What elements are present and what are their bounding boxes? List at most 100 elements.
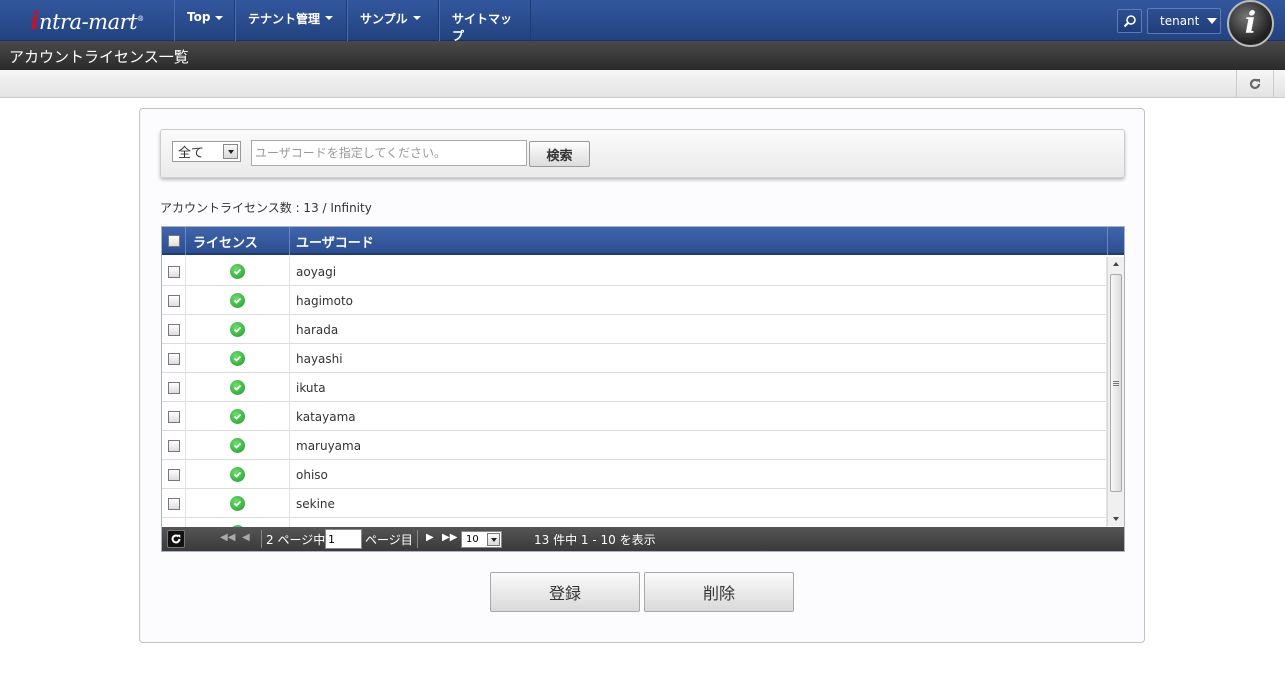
table-row[interactable]: katayama bbox=[162, 402, 1107, 431]
license-filter-value: 全て bbox=[178, 146, 205, 161]
grid-rows: aoyagi hagimoto harada hayashi ikuta kat… bbox=[162, 257, 1107, 527]
user-code-cell: sekine bbox=[290, 489, 1107, 518]
table-row[interactable] bbox=[162, 518, 1107, 527]
row-checkbox-cell bbox=[162, 286, 186, 315]
row-checkbox[interactable] bbox=[167, 439, 180, 452]
row-checkbox[interactable] bbox=[167, 352, 180, 365]
row-checkbox[interactable] bbox=[167, 497, 180, 510]
row-checkbox-cell bbox=[162, 402, 186, 431]
license-ok-icon bbox=[230, 467, 245, 482]
row-checkbox[interactable] bbox=[167, 265, 180, 278]
user-code-cell: aoyagi bbox=[290, 257, 1107, 286]
user-code-cell: maruyama bbox=[290, 431, 1107, 460]
check-mark-icon bbox=[233, 413, 242, 420]
check-mark-icon bbox=[233, 297, 242, 304]
check-mark-icon bbox=[233, 471, 242, 478]
row-checkbox-cell bbox=[162, 344, 186, 373]
main-nav: Top テナント管理 サンプル サイトマップ bbox=[174, 0, 531, 43]
check-mark-icon bbox=[233, 268, 242, 275]
row-checkbox-cell bbox=[162, 518, 186, 527]
intra-mart-logo[interactable]: intra-mart® bbox=[0, 0, 174, 41]
license-cell bbox=[186, 257, 290, 286]
license-ok-icon bbox=[230, 496, 245, 511]
row-checkbox[interactable] bbox=[167, 294, 180, 307]
grid-vertical-scrollbar[interactable] bbox=[1107, 257, 1124, 526]
title-bar: アカウントライセンス一覧 bbox=[0, 41, 1285, 70]
row-checkbox[interactable] bbox=[167, 323, 180, 336]
nav-sample[interactable]: サンプル bbox=[347, 0, 439, 41]
user-code-cell: harada bbox=[290, 315, 1107, 344]
logo-initial: i bbox=[30, 6, 40, 35]
rows-per-page-value: 10 bbox=[466, 534, 479, 545]
grid-pager: ◀◀ ◀ 2 ページ中 ページ目 ▶ ▶▶ 10 13 件中 1 - 10 を表… bbox=[162, 527, 1124, 551]
top-navigation-bar: intra-mart® Top テナント管理 サンプル サイトマップ tenan… bbox=[0, 0, 1285, 43]
table-row[interactable]: sekine bbox=[162, 489, 1107, 518]
nav-sitemap[interactable]: サイトマップ bbox=[439, 0, 531, 43]
table-row[interactable]: harada bbox=[162, 315, 1107, 344]
user-code-cell: hayashi bbox=[290, 344, 1107, 373]
nav-sample-label: サンプル bbox=[360, 12, 408, 26]
scrollbar-thumb[interactable] bbox=[1110, 274, 1122, 492]
chevron-down-icon bbox=[325, 16, 334, 20]
scroll-down-arrow-icon[interactable] bbox=[1113, 517, 1119, 521]
search-box: 全て 検索 bbox=[160, 129, 1125, 178]
row-checkbox[interactable] bbox=[167, 381, 180, 394]
table-row[interactable]: aoyagi bbox=[162, 257, 1107, 286]
check-mark-icon bbox=[233, 326, 242, 333]
prev-page-icon[interactable]: ◀ bbox=[242, 532, 250, 543]
nav-top-label: Top bbox=[187, 10, 211, 24]
license-cell bbox=[186, 402, 290, 431]
chevron-down-icon bbox=[1207, 18, 1218, 24]
record-range-text: 13 件中 1 - 10 を表示 bbox=[534, 533, 656, 547]
refresh-icon bbox=[1249, 78, 1261, 90]
grip-icon bbox=[1113, 380, 1119, 386]
page-reload-button[interactable] bbox=[1236, 70, 1274, 98]
tenant-menu-button[interactable]: tenant bbox=[1147, 8, 1221, 34]
table-row[interactable]: maruyama bbox=[162, 431, 1107, 460]
main-panel: 全て 検索 アカウントライセンス数 : 13 / Infinity ライセンス … bbox=[139, 108, 1145, 643]
delete-button[interactable]: 削除 bbox=[644, 572, 794, 612]
select-all-checkbox[interactable] bbox=[167, 235, 180, 247]
column-header-user-code[interactable]: ユーザコード bbox=[290, 227, 1108, 255]
grid-header: ライセンス ユーザコード bbox=[162, 227, 1124, 255]
license-ok-icon bbox=[230, 351, 245, 366]
check-mark-icon bbox=[233, 384, 242, 391]
user-avatar[interactable]: i bbox=[1227, 0, 1274, 47]
first-page-icon[interactable]: ◀◀ bbox=[220, 532, 235, 543]
table-row[interactable]: ikuta bbox=[162, 373, 1107, 402]
triangle-down-glyph bbox=[490, 537, 497, 542]
last-page-icon[interactable]: ▶▶ bbox=[442, 532, 457, 543]
row-checkbox[interactable] bbox=[167, 410, 180, 423]
current-page-input[interactable] bbox=[325, 529, 362, 549]
grid-reload-button[interactable] bbox=[167, 530, 185, 548]
register-button[interactable]: 登録 bbox=[490, 572, 640, 612]
header-checkbox-cell bbox=[162, 227, 186, 255]
row-checkbox-cell bbox=[162, 489, 186, 518]
user-code-cell: katayama bbox=[290, 402, 1107, 431]
license-filter-select[interactable]: 全て bbox=[172, 141, 241, 162]
user-code-input[interactable] bbox=[251, 140, 527, 166]
page-suffix-text: ページ目 bbox=[365, 533, 413, 547]
rows-per-page-select[interactable]: 10 bbox=[461, 531, 502, 548]
user-code-cell: hagimoto bbox=[290, 286, 1107, 315]
table-row[interactable]: ohiso bbox=[162, 460, 1107, 489]
license-ok-icon bbox=[230, 409, 245, 424]
next-page-icon[interactable]: ▶ bbox=[426, 532, 434, 543]
pager-separator bbox=[261, 530, 262, 548]
license-ok-icon bbox=[230, 380, 245, 395]
row-checkbox[interactable] bbox=[167, 468, 180, 481]
license-ok-icon bbox=[230, 293, 245, 308]
user-code-cell: ohiso bbox=[290, 460, 1107, 489]
column-header-license[interactable]: ライセンス bbox=[186, 227, 290, 255]
user-code-cell bbox=[290, 518, 1107, 527]
table-row[interactable]: hayashi bbox=[162, 344, 1107, 373]
license-cell bbox=[186, 286, 290, 315]
nav-tenant-management[interactable]: テナント管理 bbox=[235, 0, 347, 41]
nav-top[interactable]: Top bbox=[174, 0, 235, 41]
search-button[interactable]: 検索 bbox=[529, 141, 590, 167]
dropdown-arrow-icon bbox=[487, 533, 500, 546]
logo-registered-mark: ® bbox=[137, 15, 144, 23]
scroll-up-arrow-icon[interactable] bbox=[1113, 262, 1119, 266]
global-search-button[interactable] bbox=[1117, 9, 1142, 33]
table-row[interactable]: hagimoto bbox=[162, 286, 1107, 315]
